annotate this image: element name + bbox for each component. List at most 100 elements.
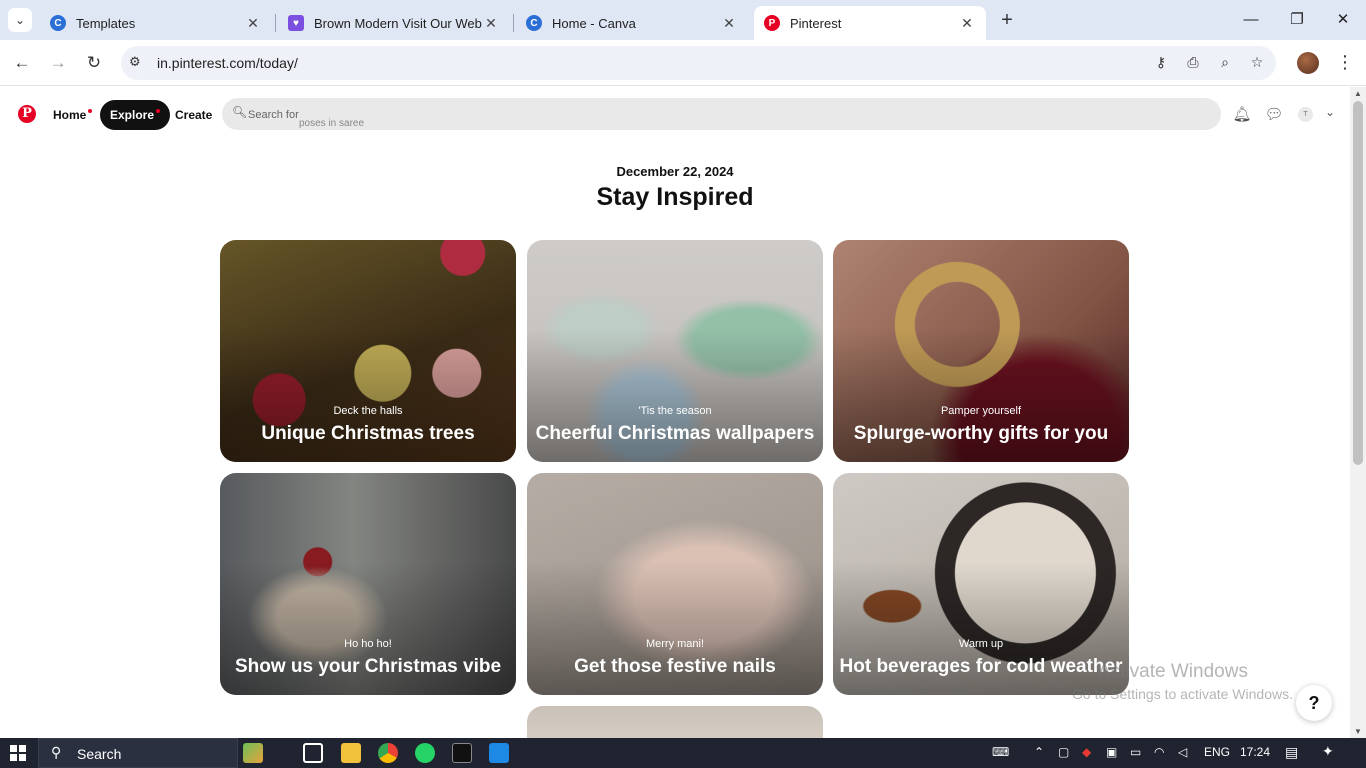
tab-title: Pinterest <box>790 15 842 31</box>
help-button[interactable]: ? <box>1296 685 1332 721</box>
bookmark-star-icon[interactable]: ☆ <box>1247 54 1267 72</box>
nav-home[interactable]: Home <box>43 100 102 130</box>
back-button[interactable]: ← <box>10 51 34 75</box>
activate-windows-title: Activate Windows <box>1098 661 1248 682</box>
restore-button[interactable]: ❐ <box>1274 6 1320 34</box>
chevron-down-icon: ⌄ <box>14 13 26 27</box>
nav-explore-label: Explore <box>110 108 155 122</box>
scroll-up-arrow-icon[interactable]: ▲ <box>1350 89 1366 98</box>
nav-create[interactable]: Create <box>165 100 222 130</box>
card-title: Splurge-worthy gifts for you <box>853 423 1109 444</box>
card-title: Unique Christmas trees <box>261 423 475 444</box>
tray-device-icon[interactable]: ▢ <box>1058 745 1069 759</box>
password-key-icon[interactable]: ⚷ <box>1151 54 1171 72</box>
tray-antivirus-icon[interactable]: ◆ <box>1082 745 1091 759</box>
vscode-icon[interactable] <box>489 743 509 763</box>
tab-brown-modern[interactable]: ♥ Brown Modern Visit Our Websit ✕ <box>278 6 510 40</box>
minimize-button[interactable]: — <box>1228 6 1274 34</box>
notifications-icon[interactable]: ▤ <box>1285 744 1298 761</box>
forward-button[interactable]: → <box>46 51 70 75</box>
new-tab-button[interactable]: + <box>996 9 1018 31</box>
search-placeholder: Search for <box>248 109 299 121</box>
tray-volume-icon[interactable]: ◁ <box>1178 745 1187 759</box>
reload-button[interactable]: ↻ <box>82 51 106 75</box>
user-avatar[interactable]: T <box>1298 107 1313 122</box>
scroll-thumb[interactable] <box>1353 101 1363 465</box>
tray-battery-icon[interactable]: ▭ <box>1130 745 1141 759</box>
task-view-icon[interactable] <box>303 743 323 763</box>
taskbar-search[interactable]: ⚲ Search <box>38 738 238 768</box>
search-icon: ⚲ <box>51 744 62 760</box>
pinterest-header: P Home Explore Create 🔍︎ Search for pose… <box>0 87 1350 143</box>
install-app-icon[interactable]: ⎙ <box>1183 54 1203 72</box>
pinterest-logo-icon[interactable]: P <box>18 105 36 123</box>
tray-clock[interactable]: 17:24 <box>1240 745 1270 759</box>
tab-home-canva[interactable]: C Home - Canva ✕ <box>516 6 748 40</box>
chrome-icon[interactable] <box>378 743 398 763</box>
pinterest-favicon-icon: P <box>764 15 780 31</box>
close-tab-icon[interactable]: ✕ <box>482 15 500 32</box>
math-app-icon[interactable] <box>243 743 263 763</box>
card-title: Hot beverages for cold weather <box>839 656 1123 677</box>
browser-tab-strip: ⌄ C Templates ✕ ♥ Brown Modern Visit Our… <box>0 0 1366 40</box>
notifications-bell-icon[interactable]: 🔔︎ <box>1232 105 1252 125</box>
card-title: Get those festive nails <box>574 656 776 677</box>
card-subtitle: Deck the halls <box>333 405 403 417</box>
tab-search-button[interactable]: ⌄ <box>8 8 32 32</box>
tray-language[interactable]: ENG <box>1204 745 1230 759</box>
copilot-icon[interactable]: ✦ <box>1322 743 1334 760</box>
card-subtitle: Warm up <box>958 638 1004 650</box>
today-date: December 22, 2024 <box>616 164 734 179</box>
search-suggestion: poses in saree <box>299 118 365 129</box>
windows-taskbar: ⚲ Search ⌨ ⌃ ▢ ◆ ▣ ▭ ◠ ◁ ENG 17:24 ▤ ✦ <box>0 738 1366 768</box>
zoom-icon[interactable]: ⌕ <box>1215 54 1235 72</box>
tab-title: Templates <box>76 15 136 31</box>
activate-windows-subtitle: Go to Settings to activate Windows. <box>1072 686 1293 702</box>
card-christmas-trees[interactable]: Deck the halls Unique Christmas trees <box>220 240 516 462</box>
card-hot-beverages[interactable]: Warm up Hot beverages for cold weather <box>833 473 1129 695</box>
canva-favicon-icon: C <box>526 15 542 31</box>
account-chevron-icon[interactable]: ⌄ <box>1320 105 1340 125</box>
close-window-button[interactable]: ✕ <box>1320 6 1366 34</box>
close-tab-icon[interactable]: ✕ <box>958 15 976 32</box>
card-festive-nails[interactable]: Merry mani! Get those festive nails <box>527 473 823 695</box>
card-subtitle: Pamper yourself <box>940 405 1022 417</box>
card-christmas-vibe[interactable]: Ho ho ho! Show us your Christmas vibe <box>220 473 516 695</box>
tab-pinterest[interactable]: P Pinterest ✕ <box>754 6 986 40</box>
card-title: Cheerful Christmas wallpapers <box>535 423 815 444</box>
url-text[interactable]: in.pinterest.com/today/ <box>157 55 298 71</box>
tray-keyboard-icon[interactable]: ⌨ <box>992 745 1009 759</box>
heart-favicon-icon: ♥ <box>288 15 304 31</box>
search-icon: 🔍︎ <box>232 105 248 119</box>
card-subtitle: Ho ho ho! <box>344 638 392 650</box>
nav-explore[interactable]: Explore <box>100 100 171 130</box>
browser-menu-icon[interactable]: ⋮ <box>1336 52 1354 73</box>
notification-dot <box>156 109 161 113</box>
whatsapp-icon[interactable] <box>415 743 435 763</box>
scroll-down-arrow-icon[interactable]: ▼ <box>1350 727 1366 736</box>
card-splurge-gifts[interactable]: Pamper yourself Splurge-worthy gifts for… <box>833 240 1129 462</box>
search-input[interactable]: 🔍︎ Search for poses in saree <box>222 98 1221 130</box>
taskbar-search-label: Search <box>77 746 122 762</box>
close-tab-icon[interactable]: ✕ <box>720 15 738 32</box>
intellij-icon[interactable] <box>452 743 472 763</box>
close-tab-icon[interactable]: ✕ <box>244 15 262 32</box>
profile-avatar[interactable] <box>1297 52 1319 74</box>
site-info-icon[interactable]: ⚙ <box>129 54 141 70</box>
address-bar[interactable]: ⚙ in.pinterest.com/today/ ⚷ ⎙ ⌕ ☆ <box>121 46 1276 80</box>
tab-title: Home - Canva <box>552 15 636 31</box>
windows-start-icon[interactable] <box>10 745 26 761</box>
tray-wifi-icon[interactable]: ◠ <box>1154 745 1164 759</box>
page-scrollbar[interactable]: ▲ ▼ <box>1350 87 1366 738</box>
tab-title: Brown Modern Visit Our Websit <box>314 15 482 31</box>
card-christmas-wallpapers[interactable]: 'Tis the season Cheerful Christmas wallp… <box>527 240 823 462</box>
tray-chevron-up-icon[interactable]: ⌃ <box>1034 745 1044 759</box>
tab-templates[interactable]: C Templates ✕ <box>40 6 272 40</box>
file-explorer-icon[interactable] <box>341 743 361 763</box>
card-subtitle: 'Tis the season <box>638 405 712 417</box>
messages-icon[interactable]: 💬︎ <box>1264 105 1284 125</box>
canva-favicon-icon: C <box>50 15 66 31</box>
browser-toolbar: ← → ↻ ⚙ in.pinterest.com/today/ ⚷ ⎙ ⌕ ☆ … <box>0 40 1366 86</box>
tray-screen-icon[interactable]: ▣ <box>1106 745 1117 759</box>
card-subtitle: Merry mani! <box>645 638 705 650</box>
